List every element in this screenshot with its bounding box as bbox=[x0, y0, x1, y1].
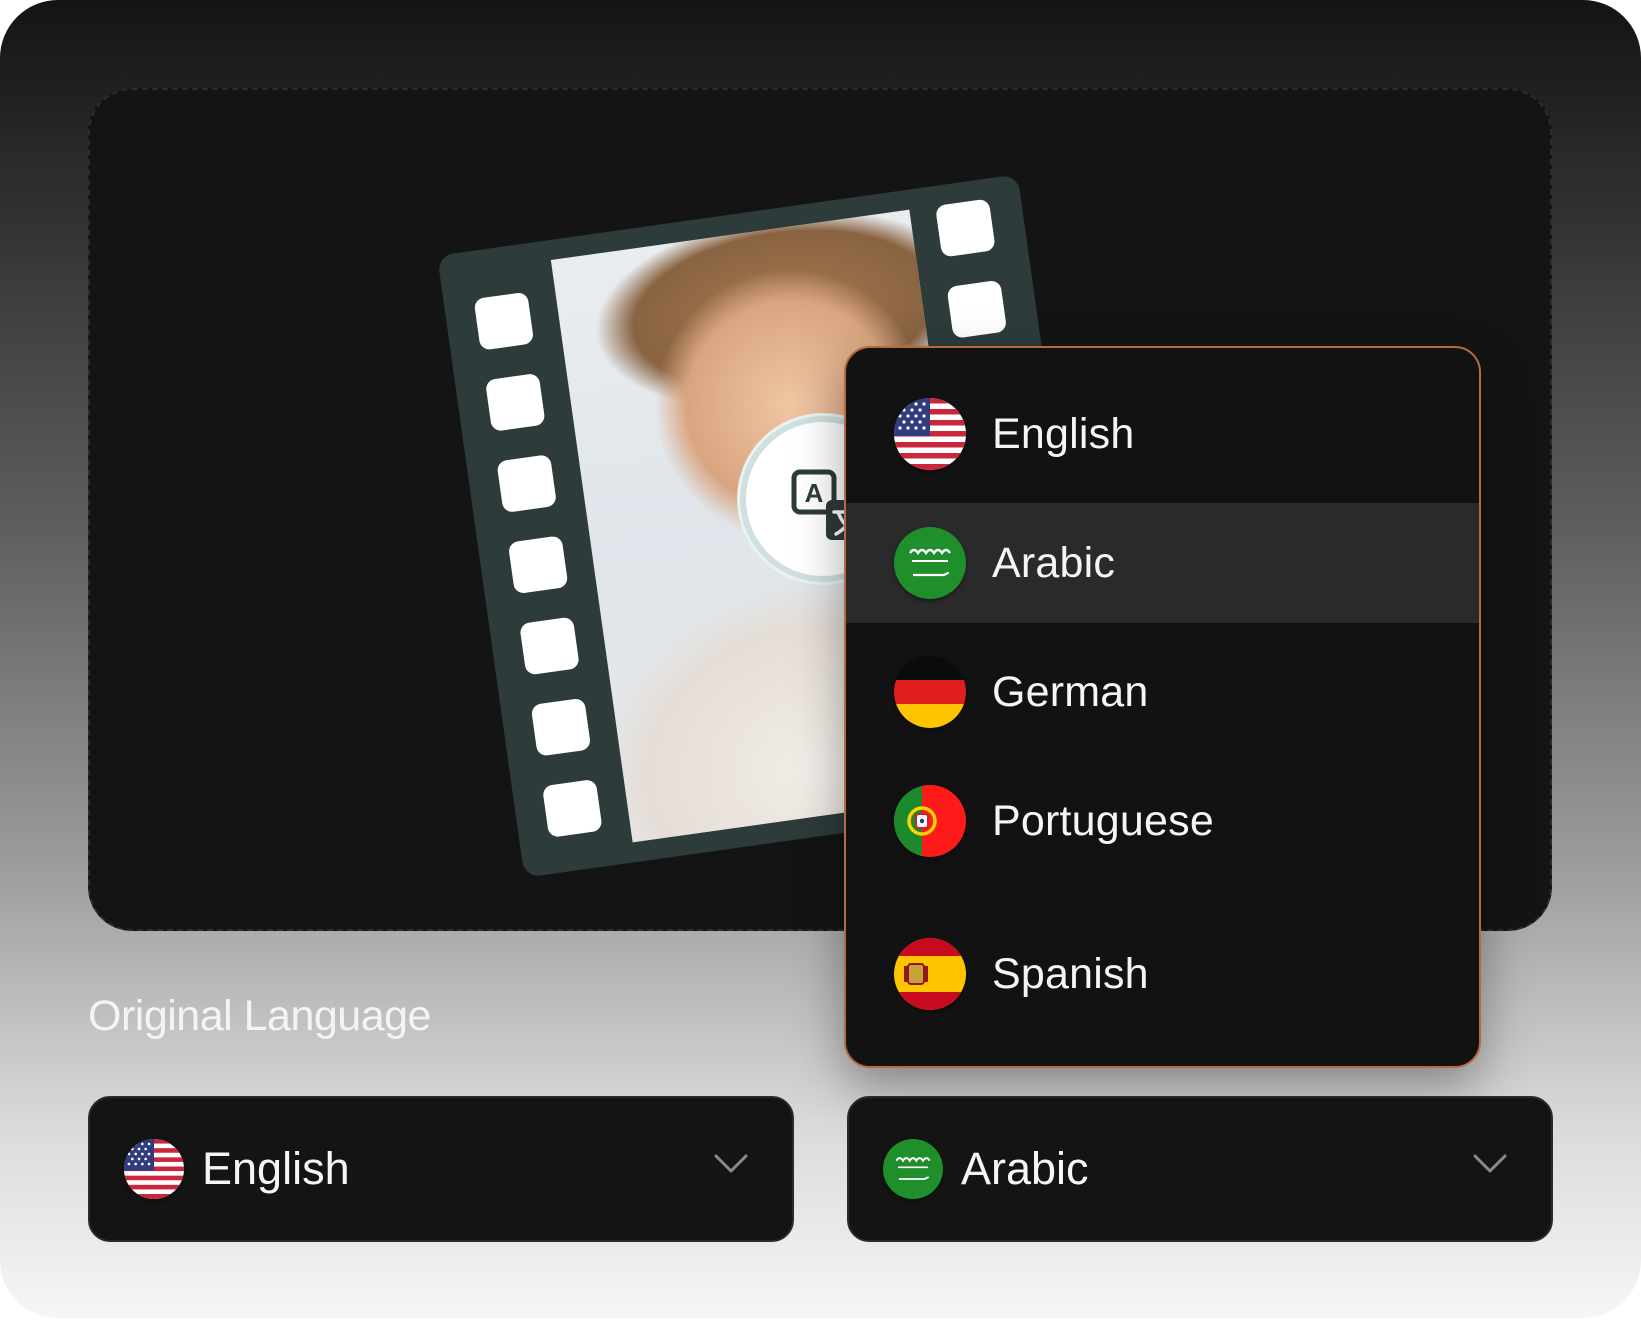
option-label: Portuguese bbox=[992, 796, 1214, 845]
dropdown-option-german[interactable]: German bbox=[846, 632, 1479, 752]
film-hole bbox=[484, 372, 546, 432]
us-flag-icon bbox=[124, 1139, 184, 1199]
spain-flag-icon bbox=[894, 938, 966, 1010]
option-label: Spanish bbox=[992, 949, 1149, 998]
original-language-label: Original Language bbox=[88, 992, 431, 1040]
germany-flag-icon bbox=[894, 656, 966, 728]
portugal-flag-icon bbox=[894, 785, 966, 857]
saudi-flag-icon bbox=[894, 527, 966, 599]
language-dropdown-panel: English Arabic German Portuguese Spanish bbox=[844, 346, 1481, 1068]
film-hole bbox=[496, 454, 558, 514]
upload-card: A English Arabic German Portuguese Spani… bbox=[0, 0, 1641, 1318]
selected-language-label: English bbox=[202, 1143, 350, 1194]
dropdown-option-english[interactable]: English bbox=[846, 374, 1479, 494]
film-hole bbox=[946, 279, 1008, 339]
chevron-down-icon bbox=[1473, 1154, 1507, 1173]
film-hole bbox=[530, 697, 592, 757]
film-hole bbox=[519, 616, 580, 676]
option-label: German bbox=[992, 667, 1149, 716]
option-label: English bbox=[992, 409, 1135, 458]
film-hole bbox=[935, 198, 996, 258]
option-label: Arabic bbox=[992, 538, 1116, 587]
film-hole bbox=[473, 291, 535, 351]
us-flag-icon bbox=[894, 398, 966, 470]
target-language-select[interactable]: Arabic bbox=[847, 1096, 1553, 1242]
dropdown-option-arabic[interactable]: Arabic bbox=[846, 503, 1479, 623]
dropdown-option-portuguese[interactable]: Portuguese bbox=[846, 761, 1479, 881]
dropdown-option-spanish[interactable]: Spanish bbox=[846, 914, 1479, 1034]
saudi-flag-icon bbox=[883, 1139, 943, 1199]
svg-text:A: A bbox=[805, 478, 824, 508]
chevron-down-icon bbox=[714, 1154, 748, 1173]
film-hole bbox=[507, 535, 569, 595]
film-hole bbox=[542, 778, 603, 838]
original-language-select[interactable]: English bbox=[88, 1096, 794, 1242]
selected-language-label: Arabic bbox=[961, 1143, 1089, 1194]
